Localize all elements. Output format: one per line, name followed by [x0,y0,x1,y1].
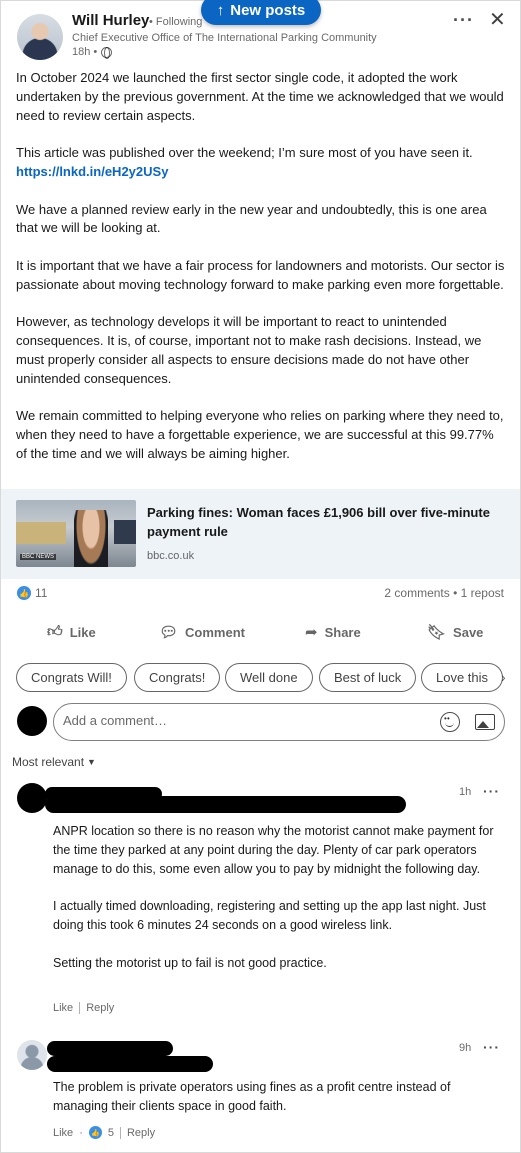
post-paragraph: In October 2024 we launched the first se… [16,70,504,123]
suggestion-chip[interactable]: Love this [421,663,504,692]
suggested-replies: Congrats Will! Congrats! Well done Best … [16,663,521,693]
post-timestamp: 18h • [72,46,113,59]
post-body: In October 2024 we launched the first se… [16,69,506,483]
suggestion-chip[interactable]: Congrats Will! [16,663,127,692]
comment-icon: 💬︎ [159,624,179,641]
post-paragraph-link: This article was published over the week… [16,144,506,182]
divider [119,1126,121,1139]
thumbnail-badge: BBC NEWS [20,554,57,560]
post-paragraph: However, as technology develops it will … [16,314,482,386]
suggestion-chip[interactable]: Congrats! [134,663,221,692]
author-name[interactable]: Will Hurley [72,12,149,29]
author-headline: Chief Executive Office of The Internatio… [72,32,377,44]
redacted-headline [47,1056,213,1072]
new-posts-label: New posts [230,1,306,19]
like-reaction-icon: 👍 [17,586,31,600]
caret-down-icon: ▼ [87,757,96,767]
redacted-name [47,1041,173,1056]
reaction-count: 11 [35,586,48,600]
more-options-icon[interactable]: ··· [483,783,500,799]
sort-dropdown[interactable]: Most relevant ▼ [12,755,96,769]
comment-repost-counts[interactable]: 2 comments • 1 repost [384,586,504,600]
comment-time: 9h [459,1042,472,1054]
comment-paragraph: ANPR location so there is no reason why … [53,824,494,876]
share-button[interactable]: ➦ Share [305,616,361,648]
bookmark-icon: 🔖︎ [427,624,447,641]
reactions-summary[interactable]: 👍 11 [17,586,47,600]
comment-body: The problem is private operators using f… [53,1078,503,1116]
share-arrow-icon: ➦ [305,624,318,641]
comment-actions: Like Reply [53,1002,114,1014]
like-reaction-icon: 👍 [88,1126,102,1139]
comment-input-container [53,703,505,741]
comment-paragraph: I actually timed downloading, registerin… [53,899,486,932]
comment-like-button[interactable]: Like [53,1002,73,1014]
article-line: This article was published over the week… [16,145,473,161]
comment-paragraph: The problem is private operators using f… [53,1080,451,1113]
article-thumbnail: BBC NEWS [16,500,136,567]
image-icon[interactable] [475,714,495,730]
comment-like-count: 5 [107,1126,114,1139]
commenter-avatar[interactable] [17,1040,47,1070]
comment-button[interactable]: 💬︎ Comment [159,616,245,648]
article-source: bbc.co.uk [147,550,195,562]
thumbs-up-icon: 👍︎ [47,623,63,640]
new-posts-button[interactable]: ↑ New posts [201,0,321,25]
comment-paragraph: Setting the motorist up to fail is not g… [53,955,327,970]
comment-input[interactable] [63,713,423,728]
globe-icon [101,46,113,59]
commenter-avatar[interactable] [17,783,47,813]
article-card[interactable]: BBC NEWS Parking fines: Woman faces £1,9… [1,489,520,579]
post-link[interactable]: https://lnkd.in/eH2y2USy [16,164,168,179]
follow-status: • Following [149,16,203,28]
save-button[interactable]: 🔖︎ Save [427,616,483,648]
comment-label: Comment [185,624,245,640]
post-frame: ↑ New posts Will Hurley • Following Chie… [0,0,521,1153]
more-options-icon[interactable]: ··· [453,10,474,31]
comment-reply-button[interactable]: Reply [127,1127,155,1139]
redacted-headline [45,796,406,813]
arrow-up-icon: ↑ [216,1,225,19]
comment-reply-button[interactable]: Reply [86,1002,114,1014]
save-label: Save [453,624,484,640]
post-paragraph: It is important that we have a fair proc… [16,257,505,292]
action-bar: 👍︎ Like 💬︎ Comment ➦ Share 🔖︎ Save [1,616,520,648]
comment-time: 1h [459,786,472,798]
post-paragraph: We have a planned review early in the ne… [16,201,487,236]
post-paragraph: We remain committed to helping everyone … [16,408,504,461]
author-avatar[interactable] [17,14,63,60]
my-avatar [17,706,47,736]
comment-like-button[interactable]: Like [53,1127,73,1139]
divider [79,1002,81,1014]
emoji-icon[interactable] [440,712,460,732]
comment-body: ANPR location so there is no reason why … [53,822,503,972]
article-title[interactable]: Parking fines: Woman faces £1,906 bill o… [147,504,497,541]
chevron-right-icon[interactable]: › [501,669,506,685]
share-label: Share [324,624,361,640]
suggestion-chip[interactable]: Well done [225,663,313,692]
like-button[interactable]: 👍︎ Like [47,616,96,648]
like-label: Like [69,624,96,640]
close-icon[interactable]: ✕ [489,7,506,32]
comment-actions: Like · 👍 5 Reply [53,1126,155,1139]
suggestion-chip[interactable]: Best of luck [319,663,417,692]
sort-label: Most relevant [12,755,85,769]
post-time: 18h • [72,46,98,58]
separator-dot: · [79,1126,83,1139]
more-options-icon[interactable]: ··· [483,1039,500,1055]
